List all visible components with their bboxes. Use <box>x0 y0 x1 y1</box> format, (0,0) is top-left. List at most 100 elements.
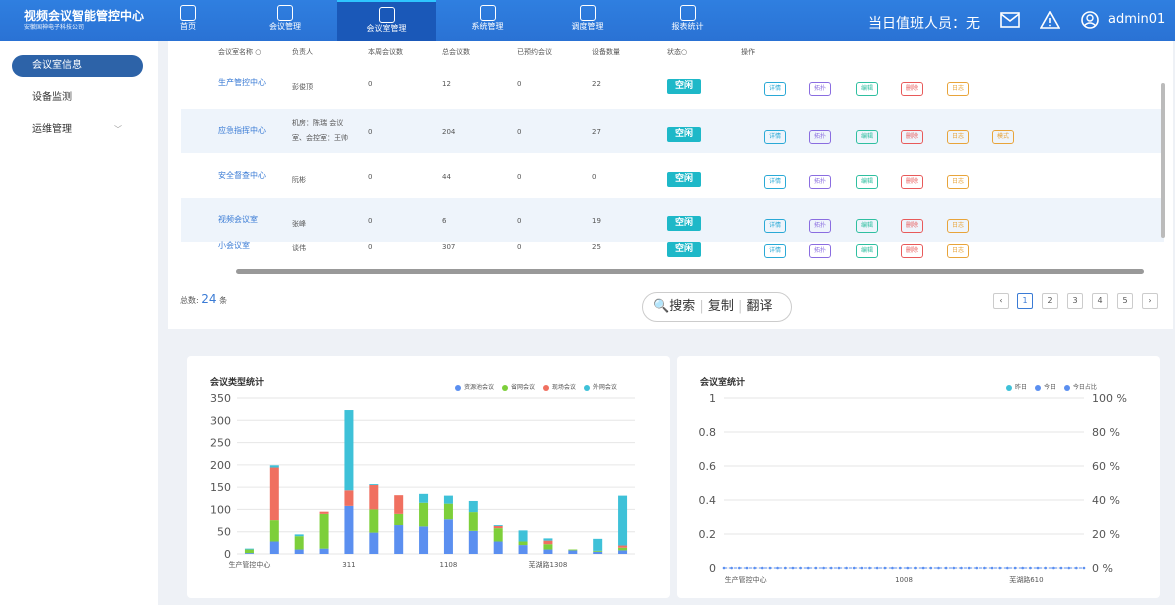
bar-segment <box>344 505 354 554</box>
page-2-button[interactable]: 2 <box>1042 293 1058 309</box>
page-1-button[interactable]: 1 <box>1017 293 1033 309</box>
devices-cell: 25 <box>592 243 601 251</box>
sidebar-item-room-info[interactable]: 会议室信息 <box>12 55 143 77</box>
header-total-meetings: 总会议数 <box>442 48 470 56</box>
sidebar-item-ops[interactable]: 运维管理 ﹀ <box>12 119 143 141</box>
data-point <box>975 566 979 570</box>
booked-cell: 0 <box>517 243 522 251</box>
data-point <box>814 566 818 570</box>
room-name-link[interactable]: 视频会议室 <box>218 214 258 225</box>
data-point <box>1021 566 1025 570</box>
delete-button[interactable]: 删除 <box>901 82 924 96</box>
line-chart: 0 0 % 0.2 20 % 0.4 40 % 0.6 60 % 0.8 80 % 1 100 % 生产… <box>699 392 1127 584</box>
bar-segment <box>618 545 628 548</box>
page-4-button[interactable]: 4 <box>1092 293 1108 309</box>
view-button[interactable]: 详情 <box>764 175 787 189</box>
status-badge: 空闲 <box>667 216 701 231</box>
alert-icon[interactable] <box>1040 11 1060 29</box>
data-point <box>967 566 971 570</box>
log-button[interactable]: 日志 <box>947 244 970 258</box>
nav-meeting-manage[interactable]: 会议管理 <box>255 0 315 41</box>
delete-button[interactable]: 删除 <box>901 130 924 144</box>
log-button[interactable]: 日志 <box>947 219 970 233</box>
header-status[interactable]: 状态○ <box>667 47 687 57</box>
mail-icon[interactable] <box>1000 11 1020 29</box>
bar-segment <box>443 495 453 504</box>
booked-cell: 0 <box>517 173 522 181</box>
nav-report-stats[interactable]: 报表统计 <box>660 0 715 41</box>
horizontal-scrollbar[interactable] <box>236 269 1144 274</box>
user-icon[interactable] <box>1080 11 1100 29</box>
page-5-button[interactable]: 5 <box>1117 293 1133 309</box>
x-tick-label: 生产管控中心 <box>725 575 767 584</box>
edit-button[interactable]: 编辑 <box>856 219 879 233</box>
nav-dispatch-manage[interactable]: 调度管理 <box>560 0 615 41</box>
header-room-name[interactable]: 会议室名称 ○ <box>218 47 261 57</box>
view-button[interactable]: 详情 <box>764 82 787 96</box>
topology-button[interactable]: 拓扑 <box>809 175 832 189</box>
log-button[interactable]: 日志 <box>947 175 970 189</box>
owner-cell: 张峰 <box>292 220 306 228</box>
room-name-link[interactable]: 应急指挥中心 <box>218 125 266 136</box>
room-name-link[interactable]: 小会议室 <box>218 240 250 251</box>
log-button[interactable]: 日志 <box>947 130 970 144</box>
delete-button[interactable]: 删除 <box>901 175 924 189</box>
username[interactable]: admin01 <box>1108 12 1165 27</box>
delete-button[interactable]: 删除 <box>901 244 924 258</box>
top-bar: 视频会议智能管控中心 安徽国神电子科技公司 首页 会议管理 会议室管理 系统管理… <box>0 0 1175 41</box>
bar-segment <box>493 541 503 554</box>
data-point <box>799 566 802 570</box>
table-row: 视频会议室 张峰 0 6 0 19 空闲 详情 拓扑 编辑 删除 日志 <box>181 198 1164 242</box>
view-button[interactable]: 详情 <box>764 244 787 258</box>
edit-button[interactable]: 编辑 <box>856 82 879 96</box>
bar-segment <box>568 549 578 551</box>
view-button[interactable]: 详情 <box>764 130 787 144</box>
bar-segment <box>443 503 453 520</box>
delete-button[interactable]: 删除 <box>901 219 924 233</box>
topology-button[interactable]: 拓扑 <box>809 130 832 144</box>
bar-segment <box>394 525 404 554</box>
nav-home[interactable]: 首页 <box>170 0 206 41</box>
edit-button[interactable]: 编辑 <box>856 244 879 258</box>
bar-segment <box>294 534 304 537</box>
owner-cell: 阮彬 <box>292 176 306 184</box>
search-icon[interactable]: 🔍 <box>653 299 669 314</box>
data-point <box>1075 566 1078 570</box>
prev-page-button[interactable]: ‹ <box>993 293 1009 309</box>
data-point <box>1067 566 1070 570</box>
mode-button[interactable]: 模式 <box>992 130 1015 144</box>
bar-segment <box>618 550 628 554</box>
edit-button[interactable]: 编辑 <box>856 130 879 144</box>
bar-segment <box>593 550 603 552</box>
topology-button[interactable]: 拓扑 <box>809 219 832 233</box>
edit-button[interactable]: 编辑 <box>856 175 879 189</box>
sidebar-item-device-monitor[interactable]: 设备监测 <box>12 87 143 109</box>
nav-room-manage[interactable]: 会议室管理 <box>337 0 436 41</box>
y-tick-label: 50 <box>217 526 231 539</box>
search-action[interactable]: 搜索 <box>669 299 695 314</box>
bar-segment <box>468 500 478 513</box>
data-point <box>1006 566 1009 570</box>
data-point <box>960 566 963 570</box>
bar-segment <box>443 519 453 554</box>
view-button[interactable]: 详情 <box>764 219 787 233</box>
translate-action[interactable]: 翻译 <box>747 299 773 314</box>
page-3-button[interactable]: 3 <box>1067 293 1083 309</box>
topology-button[interactable]: 拓扑 <box>809 82 832 96</box>
room-name-link[interactable]: 生产管控中心 <box>218 77 266 88</box>
booked-cell: 0 <box>517 217 522 225</box>
bar-segment <box>543 544 553 550</box>
data-point <box>1013 566 1017 570</box>
brand-title: 视频会议智能管控中心 <box>24 9 145 23</box>
copy-action[interactable]: 复制 <box>708 299 734 314</box>
topology-button[interactable]: 拓扑 <box>809 244 832 258</box>
next-page-button[interactable]: › <box>1142 293 1158 309</box>
status-badge: 空闲 <box>667 172 701 187</box>
vertical-scrollbar[interactable] <box>1161 83 1165 238</box>
log-button[interactable]: 日志 <box>947 82 970 96</box>
table-row: 生产管控中心 彭俊顶 0 12 0 22 空闲 详情 拓扑 编辑 删除 日志 <box>181 61 1164 105</box>
room-name-link[interactable]: 安全督查中心 <box>218 170 266 181</box>
data-point <box>868 566 871 570</box>
nav-system-manage[interactable]: 系统管理 <box>460 0 515 41</box>
header-actions: 操作 <box>741 48 755 56</box>
